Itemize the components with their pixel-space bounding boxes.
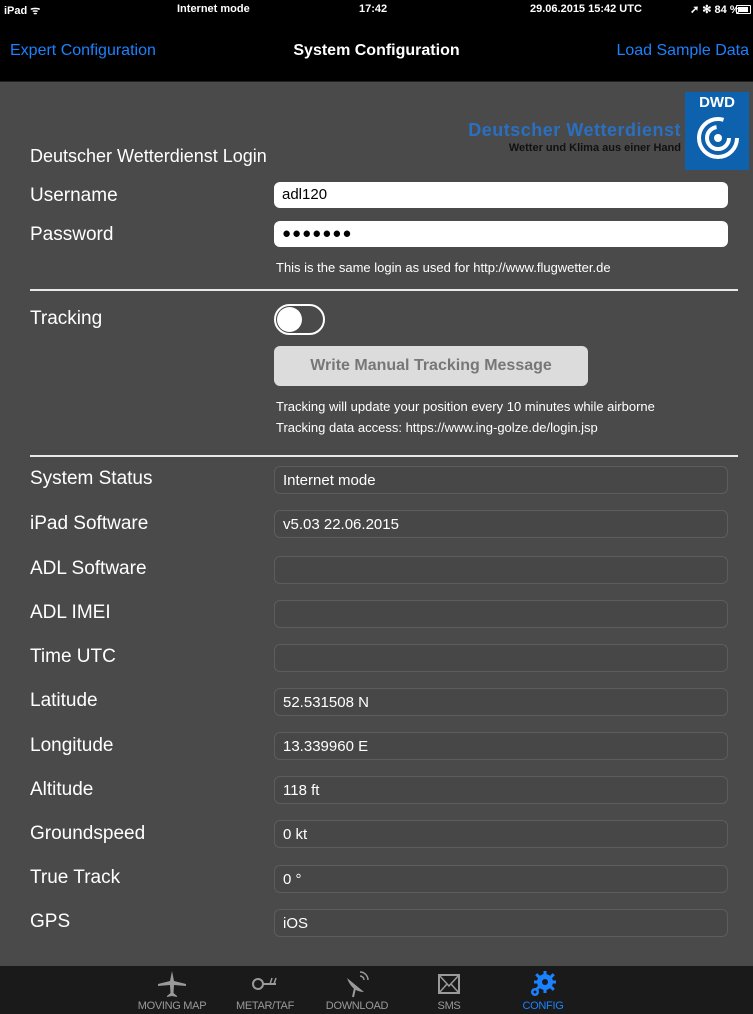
gps-label: GPS <box>30 911 71 932</box>
plane-icon <box>158 971 186 997</box>
battery-icon <box>736 5 751 14</box>
altitude-label: Altitude <box>30 779 94 800</box>
tracking-toggle[interactable] <box>274 304 325 335</box>
device-name: iPad ᯤ <box>4 5 41 17</box>
dwd-slogan: Wetter und Klima aus einer Hand <box>508 142 681 154</box>
write-manual-tracking-message-button[interactable]: Write Manual Tracking Message <box>274 346 588 386</box>
satellite-dish-icon <box>347 971 369 998</box>
battery-status: ➚ ✻ 84 % <box>690 4 740 16</box>
divider <box>30 455 738 457</box>
divider <box>30 289 738 291</box>
utc-datetime: 29.06.2015 15:42 UTC <box>530 3 642 15</box>
navigation-bar: Expert Configuration System Configuratio… <box>0 20 753 82</box>
swirl-icon <box>697 117 739 159</box>
longitude-value: 13.339960 E <box>274 732 728 760</box>
latitude-value: 52.531508 N <box>274 688 728 716</box>
status-bar: iPad ᯤ Internet mode 17:42 29.06.2015 15… <box>0 0 753 20</box>
groundspeed-value: 0 kt <box>274 820 728 848</box>
clock: 17:42 <box>359 3 388 15</box>
dwd-logo: Deutscher Wetterdienst Wetter und Klima … <box>437 92 749 170</box>
time-utc-label: Time UTC <box>30 646 116 667</box>
tracking-hint-access: Tracking data access: https://www.ing-go… <box>276 420 598 435</box>
password-label: Password <box>30 224 114 245</box>
true-track-value: 0 ° <box>274 865 728 893</box>
envelope-icon <box>438 974 460 994</box>
connection-mode: Internet mode <box>177 3 250 15</box>
true-track-label: True Track <box>30 867 121 888</box>
adl-software-label: ADL Software <box>30 558 147 579</box>
tab-metar-taf[interactable]: METAR/TAF <box>220 966 310 1014</box>
gps-value: iOS <box>274 909 728 937</box>
altitude-value: 118 ft <box>274 776 728 804</box>
time-utc-value <box>274 644 728 672</box>
adl-software-value <box>274 556 728 584</box>
tab-config[interactable]: CONFIG <box>498 966 588 1014</box>
dwd-emblem: DWD <box>685 92 749 170</box>
adl-imei-label: ADL IMEI <box>30 602 111 623</box>
tracking-label: Tracking <box>30 308 103 329</box>
login-section-title: Deutscher Wetterdienst Login <box>30 146 267 166</box>
tab-moving-map[interactable]: MOVING MAP <box>127 966 217 1014</box>
windsock-icon <box>252 977 277 990</box>
dwd-abbreviation: DWD <box>699 94 735 111</box>
adl-imei-value <box>274 600 728 628</box>
toggle-knob <box>277 307 302 332</box>
ipad-software-label: iPad Software <box>30 513 149 534</box>
longitude-label: Longitude <box>30 735 114 756</box>
username-field[interactable]: adl120 <box>274 182 728 208</box>
system-status-label: System Status <box>30 468 153 489</box>
tab-label: MOVING MAP <box>137 1000 207 1012</box>
groundspeed-label: Groundspeed <box>30 823 146 844</box>
username-label: Username <box>30 185 118 206</box>
tab-label: CONFIG <box>522 1000 564 1012</box>
password-field[interactable]: ●●●●●●● <box>274 221 728 247</box>
ipad-software-value: v5.03 22.06.2015 <box>274 510 728 538</box>
system-status-value: Internet mode <box>274 466 728 494</box>
load-sample-data-button[interactable]: Load Sample Data <box>616 42 749 60</box>
login-hint: This is the same login as used for http:… <box>276 260 611 275</box>
dwd-name: Deutscher Wetterdienst <box>468 120 681 140</box>
tab-bar: MOVING MAP METAR/TAF DOWNLOAD SMS CONFIG <box>0 966 753 1014</box>
tab-label: METAR/TAF <box>236 1000 294 1012</box>
tab-label: DOWNLOAD <box>325 1000 389 1012</box>
tab-label: SMS <box>437 1000 461 1012</box>
gear-icon <box>531 971 556 996</box>
latitude-label: Latitude <box>30 690 98 711</box>
tracking-hint-interval: Tracking will update your position every… <box>276 399 655 414</box>
tab-download[interactable]: DOWNLOAD <box>312 966 402 1014</box>
tab-sms[interactable]: SMS <box>404 966 494 1014</box>
